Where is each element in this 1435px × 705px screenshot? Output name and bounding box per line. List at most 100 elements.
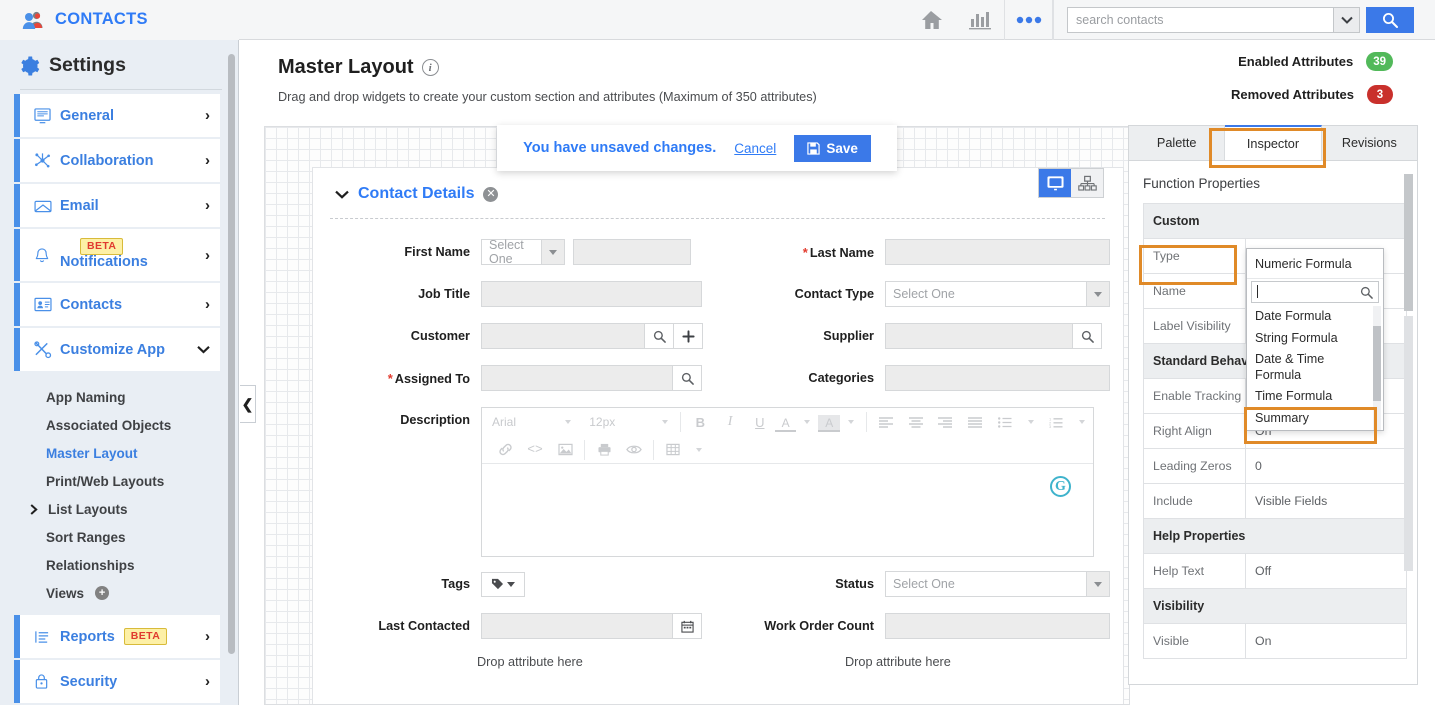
- underline-icon[interactable]: U: [745, 409, 775, 435]
- brand-logo[interactable]: CONTACTS: [0, 0, 239, 40]
- last-name-input[interactable]: [885, 239, 1110, 265]
- property-row-visible[interactable]: Visible On: [1144, 624, 1406, 659]
- tab-inspector[interactable]: Inspector: [1225, 125, 1322, 160]
- type-dropdown-search-input[interactable]: [1252, 285, 1360, 299]
- text-color-dropdown-icon[interactable]: [796, 409, 818, 435]
- work-order-count-input[interactable]: [885, 613, 1110, 639]
- first-name-input[interactable]: [573, 239, 691, 265]
- font-size-select[interactable]: 12px: [585, 412, 676, 433]
- search-submit-button[interactable]: [1366, 6, 1414, 33]
- last-contacted-input[interactable]: [481, 613, 673, 639]
- align-right-icon[interactable]: [930, 409, 960, 435]
- sidebar-item-views[interactable]: Views +: [0, 579, 238, 607]
- description-textarea[interactable]: G: [482, 464, 1093, 556]
- font-family-select[interactable]: Arial: [488, 412, 579, 433]
- type-option-time-formula[interactable]: Time Formula: [1247, 386, 1383, 408]
- preview-eye-icon[interactable]: [619, 437, 649, 463]
- property-value[interactable]: Off: [1246, 554, 1406, 588]
- supplier-input[interactable]: [885, 323, 1073, 349]
- contact-type-select[interactable]: Select One: [885, 281, 1110, 307]
- type-selected-value[interactable]: Numeric Formula: [1247, 249, 1383, 279]
- sidebar-item-notifications[interactable]: BETA Notifications ›: [14, 229, 220, 281]
- cancel-button[interactable]: Cancel: [734, 141, 776, 156]
- property-value[interactable]: Visible Fields: [1246, 484, 1406, 518]
- tags-button[interactable]: [481, 571, 525, 597]
- sidebar-scrollbar[interactable]: [228, 54, 235, 654]
- sidebar-item-collaboration[interactable]: Collaboration ›: [14, 139, 220, 182]
- calendar-icon[interactable]: [673, 613, 702, 639]
- drop-zone-right[interactable]: Drop attribute here: [713, 655, 951, 669]
- property-value[interactable]: 0: [1246, 449, 1406, 483]
- numbered-list-dropdown-icon[interactable]: [1071, 409, 1093, 435]
- chevron-down-icon[interactable]: [335, 190, 349, 199]
- more-dots-icon[interactable]: [1004, 0, 1053, 40]
- grammarly-G-icon[interactable]: G: [1050, 476, 1071, 497]
- sidebar-item-master-layout[interactable]: Master Layout: [0, 439, 238, 467]
- bold-icon[interactable]: B: [685, 409, 715, 435]
- image-icon[interactable]: [550, 437, 580, 463]
- status-select[interactable]: Select One: [885, 571, 1110, 597]
- bullet-list-dropdown-icon[interactable]: [1020, 409, 1042, 435]
- sidebar-item-app-naming[interactable]: App Naming: [0, 383, 238, 411]
- text-color-icon[interactable]: A: [774, 415, 797, 432]
- reports-chart-icon[interactable]: [955, 0, 1004, 40]
- customer-add-icon[interactable]: [674, 323, 703, 349]
- property-row-help-text[interactable]: Help Text Off: [1144, 554, 1406, 589]
- sidebar-item-security[interactable]: Security ›: [14, 660, 220, 703]
- sidebar-item-reports[interactable]: Reports BETA ›: [14, 615, 220, 658]
- inspector-scrollbar-thumb[interactable]: [1404, 174, 1413, 311]
- chevron-left-icon[interactable]: ❮: [240, 385, 256, 423]
- code-icon[interactable]: <>: [520, 437, 550, 463]
- bullet-list-icon[interactable]: [990, 409, 1020, 435]
- print-icon[interactable]: [589, 437, 619, 463]
- sidebar-item-print-web-layouts[interactable]: Print/Web Layouts: [0, 467, 238, 495]
- sidebar-item-general[interactable]: General ›: [14, 94, 220, 137]
- align-center-icon[interactable]: [901, 409, 931, 435]
- tree-view-button[interactable]: [1071, 169, 1103, 197]
- first-name-prefix-select[interactable]: Select One: [481, 238, 565, 266]
- customer-search-icon[interactable]: [645, 323, 674, 349]
- chevron-down-icon[interactable]: [1333, 7, 1359, 32]
- type-option-summary[interactable]: Summary: [1247, 408, 1383, 430]
- table-dropdown-icon[interactable]: [688, 437, 710, 463]
- sidebar-item-associated-objects[interactable]: Associated Objects: [0, 411, 238, 439]
- sidebar-item-relationships[interactable]: Relationships: [0, 551, 238, 579]
- categories-input[interactable]: [885, 365, 1110, 391]
- sidebar-item-sort-ranges[interactable]: Sort Ranges: [0, 523, 238, 551]
- inspector-scrollbar-track[interactable]: [1404, 316, 1413, 571]
- numbered-list-icon[interactable]: 123: [1041, 409, 1071, 435]
- tab-palette[interactable]: Palette: [1129, 126, 1226, 160]
- italic-icon[interactable]: I: [715, 409, 745, 435]
- sidebar-item-list-layouts[interactable]: List Layouts: [0, 495, 238, 523]
- table-icon[interactable]: [658, 437, 688, 463]
- property-value[interactable]: On: [1246, 624, 1406, 658]
- customer-input[interactable]: [481, 323, 645, 349]
- type-option-date-time-formula[interactable]: Date & Time Formula: [1247, 349, 1343, 386]
- highlight-color-dropdown-icon[interactable]: [840, 409, 862, 435]
- highlight-color-icon[interactable]: A: [818, 415, 841, 432]
- property-row-include[interactable]: Include Visible Fields: [1144, 484, 1406, 519]
- sidebar-item-customize-app[interactable]: Customize App: [14, 328, 220, 371]
- dropdown-scrollbar-thumb[interactable]: [1373, 326, 1381, 401]
- type-option-date-formula[interactable]: Date Formula: [1247, 306, 1383, 328]
- supplier-search-icon[interactable]: [1073, 323, 1102, 349]
- sidebar-item-contacts[interactable]: Contacts ›: [14, 283, 220, 326]
- sidebar-item-email[interactable]: Email ›: [14, 184, 220, 227]
- add-view-icon[interactable]: +: [95, 586, 110, 600]
- info-icon[interactable]: i: [421, 59, 439, 76]
- assigned-to-search-icon[interactable]: [673, 365, 702, 391]
- search-input[interactable]: [1068, 7, 1333, 32]
- type-dropdown-search[interactable]: [1251, 281, 1379, 303]
- align-left-icon[interactable]: [871, 409, 901, 435]
- close-icon[interactable]: ✕: [483, 186, 499, 202]
- type-option-string-formula[interactable]: String Formula: [1247, 328, 1383, 350]
- type-dropdown-list[interactable]: Date Formula String Formula Date & Time …: [1247, 306, 1383, 430]
- link-icon[interactable]: [490, 437, 520, 463]
- assigned-to-input[interactable]: [481, 365, 673, 391]
- home-icon[interactable]: [906, 0, 955, 40]
- align-justify-icon[interactable]: [960, 409, 990, 435]
- save-button[interactable]: Save: [794, 134, 871, 162]
- property-row-leading-zeros[interactable]: Leading Zeros 0: [1144, 449, 1406, 484]
- job-title-input[interactable]: [481, 281, 702, 307]
- drop-zone-left[interactable]: Drop attribute here: [313, 655, 713, 669]
